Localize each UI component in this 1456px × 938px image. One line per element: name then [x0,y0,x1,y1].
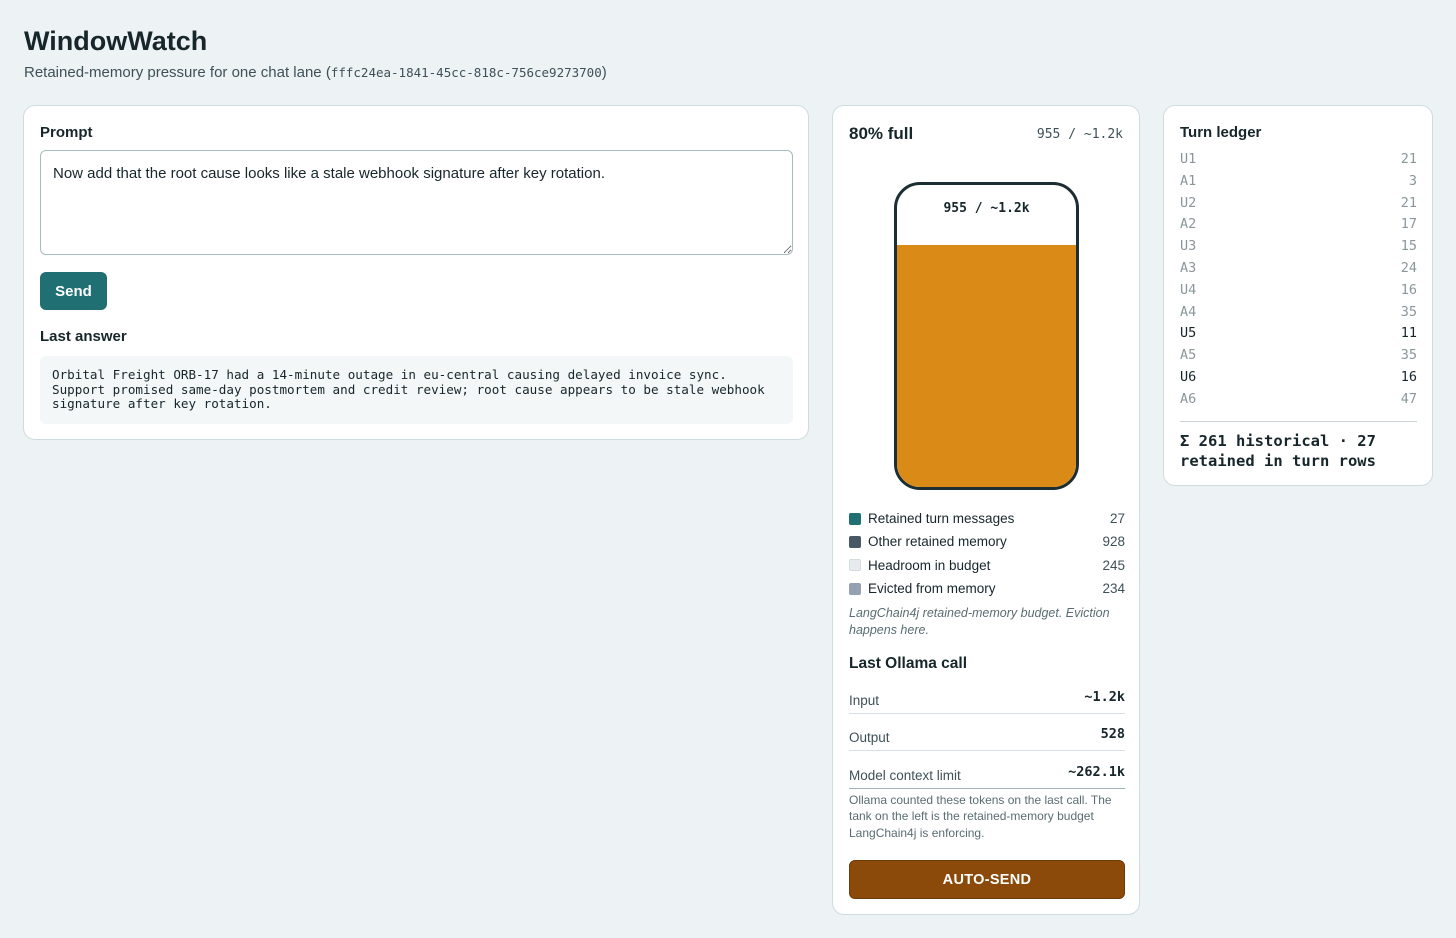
ledger-row: U3 15 [1180,238,1417,260]
ledger-divider [1180,421,1417,422]
tank-fill-title: 80% full [849,124,914,143]
tank-legend: Retained turn messages 27 Other retained m… [849,507,1125,600]
ledger-summary: Σ 261 historical · 27 retained in turn r… [1180,432,1376,470]
ledger-turn: A3 [1180,259,1197,276]
ledger-tokens: 24 [1400,259,1417,276]
legend-swatch [849,559,861,572]
legend-label: Other retained memory [868,534,1007,550]
ledger-turn: A1 [1180,172,1197,189]
ledger-row: U5 11 [1180,325,1417,347]
ledger-tokens: 21 [1400,194,1417,211]
legend-value: 27 [1109,511,1125,527]
ledger-row: U4 16 [1180,282,1417,304]
ollama-stats: Input ~1.2k Output 528 Model context limit ~2… [849,676,1125,789]
legend-swatch [849,582,861,595]
ledger-turn: A4 [1180,303,1197,320]
legend-item: Retained turn messages 27 [849,507,1125,530]
ledger-turn: U2 [1180,194,1197,211]
memory-tank: 955 / ~1.2k [894,182,1079,490]
ledger-row: U2 21 [1180,195,1417,217]
legend-swatch [849,512,861,525]
ledger-tokens: 47 [1400,390,1417,407]
prompt-label: Prompt [40,124,93,141]
stat-label: Output [849,730,890,745]
send-button[interactable]: Send [40,272,107,310]
prompt-card: Prompt Send Last answer Orbital Freight … [23,105,809,440]
ledger-turn: A6 [1180,390,1197,407]
ledger-row: A1 3 [1180,173,1417,195]
legend-value: 245 [1102,557,1125,573]
stat-row: Input ~1.2k [849,676,1125,714]
ledger-tokens: 35 [1400,347,1417,364]
subtitle-suffix: ) [601,64,607,81]
ledger-row: U1 21 [1180,151,1417,173]
turn-ledger-list: U1 21 A1 3 U2 21 A2 17 U3 15 A3 24 U4 16 A4 35 U5 11 A5 35 U… [1180,151,1417,413]
ledger-tokens: 3 [1408,172,1417,189]
budget-note: LangChain4j retained-memory budget. Evic… [849,606,1110,637]
ledger-tokens: 17 [1400,216,1417,233]
legend-label: Evicted from memory [868,581,996,597]
stat-value: 528 [1100,726,1125,742]
tank-count: 955 / ~1.2k [1036,127,1123,142]
ledger-turn: U6 [1180,368,1197,385]
memory-tank-card: 80% full 955 / ~1.2k 955 / ~1.2k Retaine… [832,105,1140,915]
ledger-row: A2 17 [1180,216,1417,238]
ledger-row: A5 35 [1180,347,1417,369]
lane-id: fffc24ea-1841-45cc-818c-756ce9273700 [330,65,602,80]
legend-value: 928 [1102,534,1125,550]
ledger-tokens: 11 [1400,325,1417,342]
ledger-row: U6 16 [1180,369,1417,391]
legend-item: Headroom in budget 245 [849,554,1125,577]
ledger-turn: A2 [1180,216,1197,233]
auto-send-button[interactable]: AUTO-SEND [849,860,1125,899]
app-title: WindowWatch [24,26,208,56]
prompt-input[interactable] [40,150,793,255]
turn-ledger-title: Turn ledger [1180,124,1262,141]
ledger-turn: A5 [1180,347,1197,364]
ledger-turn: U5 [1180,325,1197,342]
tank-label: 955 / ~1.2k [943,201,1030,216]
legend-swatch [849,535,861,548]
legend-label: Headroom in budget [868,557,991,573]
ledger-turn: U1 [1180,151,1197,167]
ledger-turn: U4 [1180,281,1197,298]
ledger-tokens: 16 [1400,281,1417,298]
legend-value: 234 [1102,581,1125,597]
ollama-call-title: Last Ollama call [849,655,968,672]
ledger-row: A6 47 [1180,391,1417,413]
ollama-note: Ollama counted these tokens on the last … [849,793,1112,840]
app-subtitle: Retained-memory pressure for one chat la… [24,64,607,81]
stat-label: Model context limit [849,767,961,783]
ledger-tokens: 35 [1400,303,1417,320]
tank-fill-level [897,245,1076,487]
subtitle-prefix: Retained-memory pressure for one chat la… [24,64,331,81]
stat-value: ~1.2k [1084,688,1125,705]
stat-label: Input [849,692,880,708]
legend-label: Retained turn messages [868,511,1015,527]
legend-item: Other retained memory 928 [849,530,1125,553]
legend-item: Evicted from memory 234 [849,577,1125,600]
ledger-row: A4 35 [1180,304,1417,326]
last-answer-label: Last answer [40,328,127,345]
ledger-tokens: 21 [1400,151,1417,167]
stat-value: ~262.1k [1068,763,1125,780]
ledger-tokens: 16 [1400,368,1417,385]
ledger-tokens: 15 [1400,238,1417,255]
last-answer-text: Orbital Freight ORB-17 had a 14-minute o… [40,356,793,424]
turn-ledger-card: Turn ledger U1 21 A1 3 U2 21 A2 17 U3 15 A3 24 U4 16 A… [1163,105,1433,486]
stat-row: Output 528 [849,714,1125,751]
ledger-row: A3 24 [1180,260,1417,282]
ledger-turn: U3 [1180,238,1197,255]
stat-row: Model context limit ~262.1k [849,751,1125,789]
